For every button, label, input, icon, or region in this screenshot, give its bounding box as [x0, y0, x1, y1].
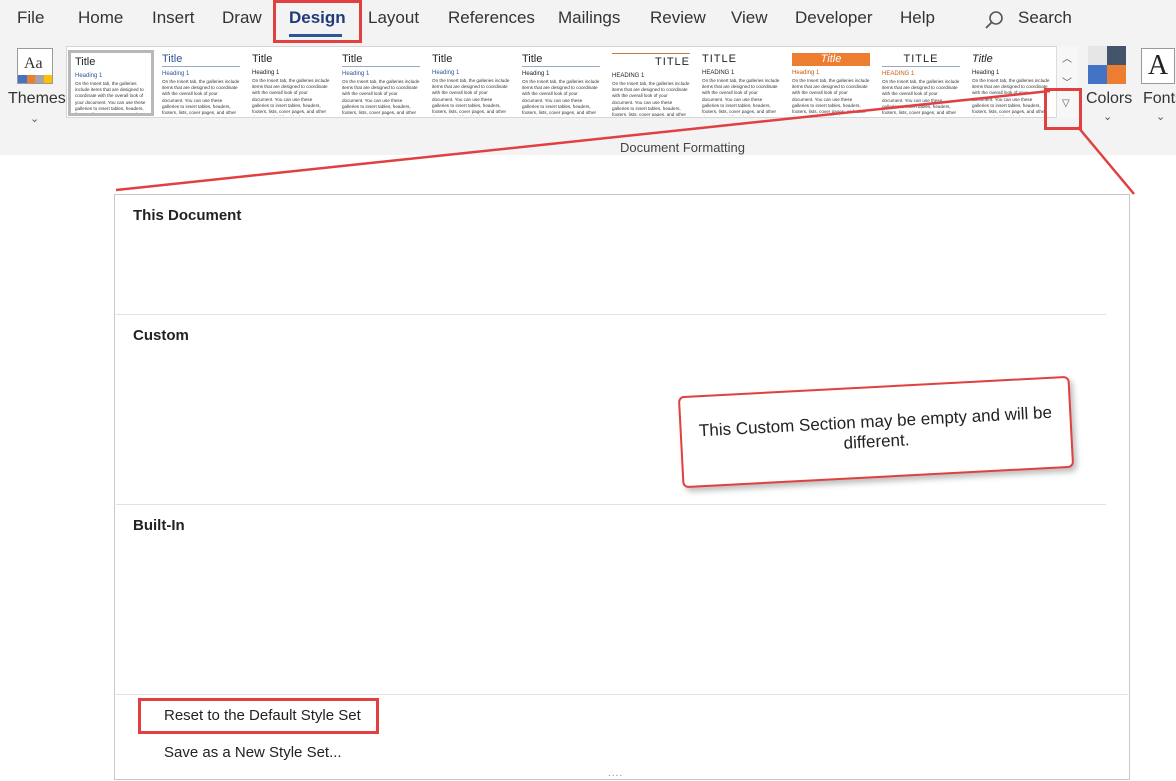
document-formatting-group-label: Document Formatting [620, 140, 745, 155]
thumbnail-title: Title [792, 53, 870, 66]
style-set-thumbnail[interactable]: TITLE HEADING 1 On the Insert tab, the gal… [698, 50, 784, 116]
thumbnail-title: Title [522, 53, 600, 67]
thumbnail-body-text: On the Insert tab, the galleries include… [792, 78, 870, 116]
themes-icon-text: Aa [24, 55, 43, 72]
thumbnail-heading: Heading 1 [75, 73, 103, 79]
style-set-thumbnail[interactable]: TITLE HEADING 1 On the Insert tab, the gal… [608, 50, 694, 116]
tab-home[interactable]: Home [78, 8, 123, 28]
tab-review[interactable]: Review [650, 8, 706, 28]
tab-file[interactable]: File [17, 8, 44, 28]
themes-color-strip [18, 75, 52, 83]
menu-bar: File Home Insert Draw Design Layout Refe… [0, 0, 1176, 40]
thumbnail-title: Title [252, 53, 273, 65]
reset-command-highlight [138, 698, 379, 734]
fonts-chevron-down-icon: ⌄ [1156, 111, 1166, 123]
tab-developer[interactable]: Developer [795, 8, 873, 28]
thumbnail-body-text: On the Insert tab, the galleries include… [882, 79, 960, 116]
thumbnail-title: Title [75, 56, 96, 68]
style-set-dropdown [114, 194, 1130, 780]
thumbnail-body-text: On the Insert tab, the galleries include… [75, 81, 146, 116]
style-set-thumbnail[interactable]: Title Heading 1 On the Insert tab, the gal… [518, 50, 604, 116]
fonts-label: Fonts [1143, 90, 1176, 107]
themes-icon: Aa [17, 48, 53, 84]
thumbnail-heading: Heading 1 [792, 70, 820, 76]
thumbnail-body-text: On the Insert tab, the galleries include… [612, 81, 690, 116]
thumbnail-heading: Heading 1 [162, 71, 190, 77]
thumbnail-body-text: On the Insert tab, the galleries include… [162, 79, 240, 116]
style-set-thumbnail[interactable]: Title Heading 1 On the Insert tab, the gal… [158, 50, 244, 116]
color-swatch-cell [1088, 46, 1107, 65]
tab-view[interactable]: View [731, 8, 768, 28]
thumbnail-title: Title [342, 53, 420, 67]
gallery-scroll-down-icon[interactable]: ﹀ [1062, 74, 1072, 89]
color-swatch-cell [1107, 65, 1126, 84]
thumbnail-heading: Heading 1 [252, 70, 280, 76]
style-set-thumbnail[interactable]: Title Heading 1 On the Insert tab, the gal… [338, 50, 424, 116]
save-style-set-command[interactable]: Save as a New Style Set... [164, 744, 342, 761]
thumbnail-heading: HEADING 1 [612, 73, 645, 79]
style-set-thumbnail[interactable]: Title Heading 1 On the Insert tab, the gal… [248, 50, 334, 116]
colors-chevron-down-icon: ⌄ [1103, 111, 1113, 123]
thumbnail-heading: HEADING 1 [702, 70, 735, 76]
style-set-thumbnail[interactable]: Title Heading 1 On the Insert tab, the gal… [428, 50, 514, 116]
gallery-scroll-up-icon[interactable]: ︿ [1062, 50, 1072, 65]
tab-insert[interactable]: Insert [152, 8, 195, 28]
thumbnail-title: TITLE [612, 53, 690, 69]
style-set-thumbnail[interactable]: Title Heading 1 On the Insert tab, the gal… [68, 50, 154, 116]
color-swatch-cell [1107, 46, 1126, 65]
color-swatch-cell [1088, 65, 1107, 84]
style-set-thumbnail[interactable]: TITLE HEADING 1 On the Insert tab, the gal… [878, 50, 964, 116]
custom-heading: Custom [133, 327, 189, 344]
themes-button[interactable]: Aa Themes ⌄ [6, 44, 66, 126]
thumbnail-body-text: On the Insert tab, the galleries include… [522, 79, 600, 116]
section-divider [116, 504, 1106, 505]
search-label[interactable]: Search [1018, 8, 1072, 28]
section-divider [116, 314, 1106, 315]
thumbnail-title: TITLE [702, 53, 737, 65]
fonts-icon: A [1141, 48, 1175, 84]
thumbnail-body-text: On the Insert tab, the galleries include… [342, 79, 420, 116]
thumbnail-heading: Heading 1 [432, 70, 460, 76]
thumbnail-heading: Heading 1 [972, 70, 1000, 76]
search-icon[interactable] [983, 9, 1005, 31]
colors-label: Colors [1086, 90, 1133, 107]
thumbnail-body-text: On the Insert tab, the galleries include… [252, 78, 330, 116]
thumbnail-heading: HEADING 1 [882, 71, 915, 77]
thumbnail-body-text: On the Insert tab, the galleries include… [702, 78, 780, 116]
thumbnail-heading: Heading 1 [342, 71, 370, 77]
tab-draw[interactable]: Draw [222, 8, 262, 28]
thumbnail-body-text: On the Insert tab, the galleries include… [432, 78, 510, 116]
tab-layout[interactable]: Layout [368, 8, 419, 28]
thumbnail-heading: Heading 1 [522, 71, 550, 77]
tab-references[interactable]: References [448, 8, 535, 28]
tab-mailings[interactable]: Mailings [558, 8, 620, 28]
resize-grip[interactable]: .... [608, 768, 623, 779]
section-divider [116, 694, 1128, 695]
builtin-heading: Built-In [133, 517, 185, 534]
style-set-thumbnail[interactable]: Title Heading 1 On the Insert tab, the gal… [788, 50, 874, 116]
thumbnail-title: Title [432, 53, 453, 65]
more-button-highlight [1044, 88, 1082, 130]
colors-swatch-icon [1088, 46, 1126, 84]
style-set-thumbnail[interactable]: Title Heading 1 On the Insert tab, the gal… [968, 50, 1054, 116]
themes-label: Themes [8, 90, 66, 107]
thumbnail-title: Title [972, 53, 993, 65]
this-document-heading: This Document [133, 207, 242, 224]
design-tab-highlight [273, 0, 362, 43]
thumbnail-body-text: On the Insert tab, the galleries include… [972, 78, 1050, 116]
thumbnail-title: Title [162, 53, 240, 67]
tab-help[interactable]: Help [900, 8, 935, 28]
themes-chevron-down-icon: ⌄ [30, 113, 40, 125]
thumbnail-title: TITLE [882, 53, 960, 67]
